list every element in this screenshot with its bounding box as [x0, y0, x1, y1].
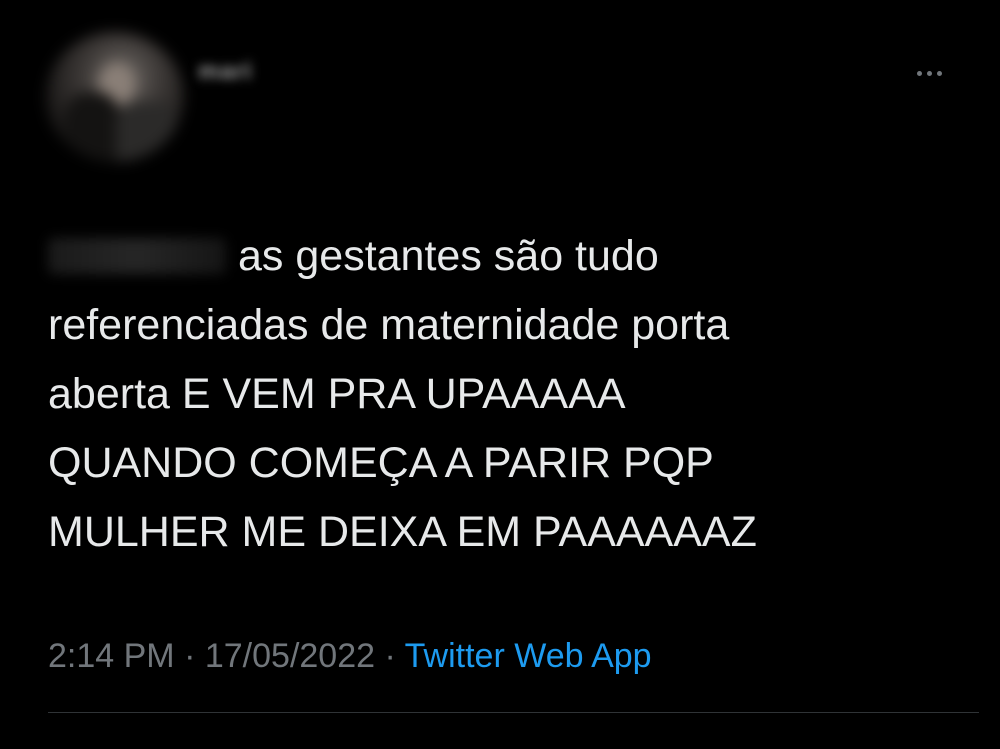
tweet-metadata: 2:14 PM · 17/05/2022 · Twitter Web App	[48, 632, 652, 680]
avatar[interactable]	[46, 32, 184, 162]
tweet-text: as gestantes são tudo referenciadas de m…	[48, 222, 948, 567]
avatar-shirt	[116, 102, 176, 162]
more-horizontal-icon-dot	[926, 70, 932, 76]
more-horizontal-icon-dot	[936, 70, 942, 76]
tweet-time[interactable]: 2:14 PM	[48, 637, 175, 675]
tweet-detail: mari as gestantes são tudo referenciadas…	[0, 0, 1000, 749]
meta-separator: ·	[384, 637, 396, 675]
divider	[48, 712, 979, 713]
redacted-mention	[48, 238, 226, 274]
more-horizontal-icon	[916, 70, 922, 76]
meta-separator: ·	[184, 637, 196, 675]
tweet-date[interactable]: 17/05/2022	[205, 637, 375, 675]
more-options-button[interactable]	[906, 56, 952, 90]
tweet-text-line-1: as gestantes são tudo	[238, 232, 659, 280]
display-name[interactable]: mari	[198, 58, 253, 86]
tweet-source-link[interactable]: Twitter Web App	[405, 637, 652, 675]
avatar-hair	[64, 92, 122, 162]
tweet-text-body: referenciadas de maternidade porta abert…	[48, 301, 757, 556]
